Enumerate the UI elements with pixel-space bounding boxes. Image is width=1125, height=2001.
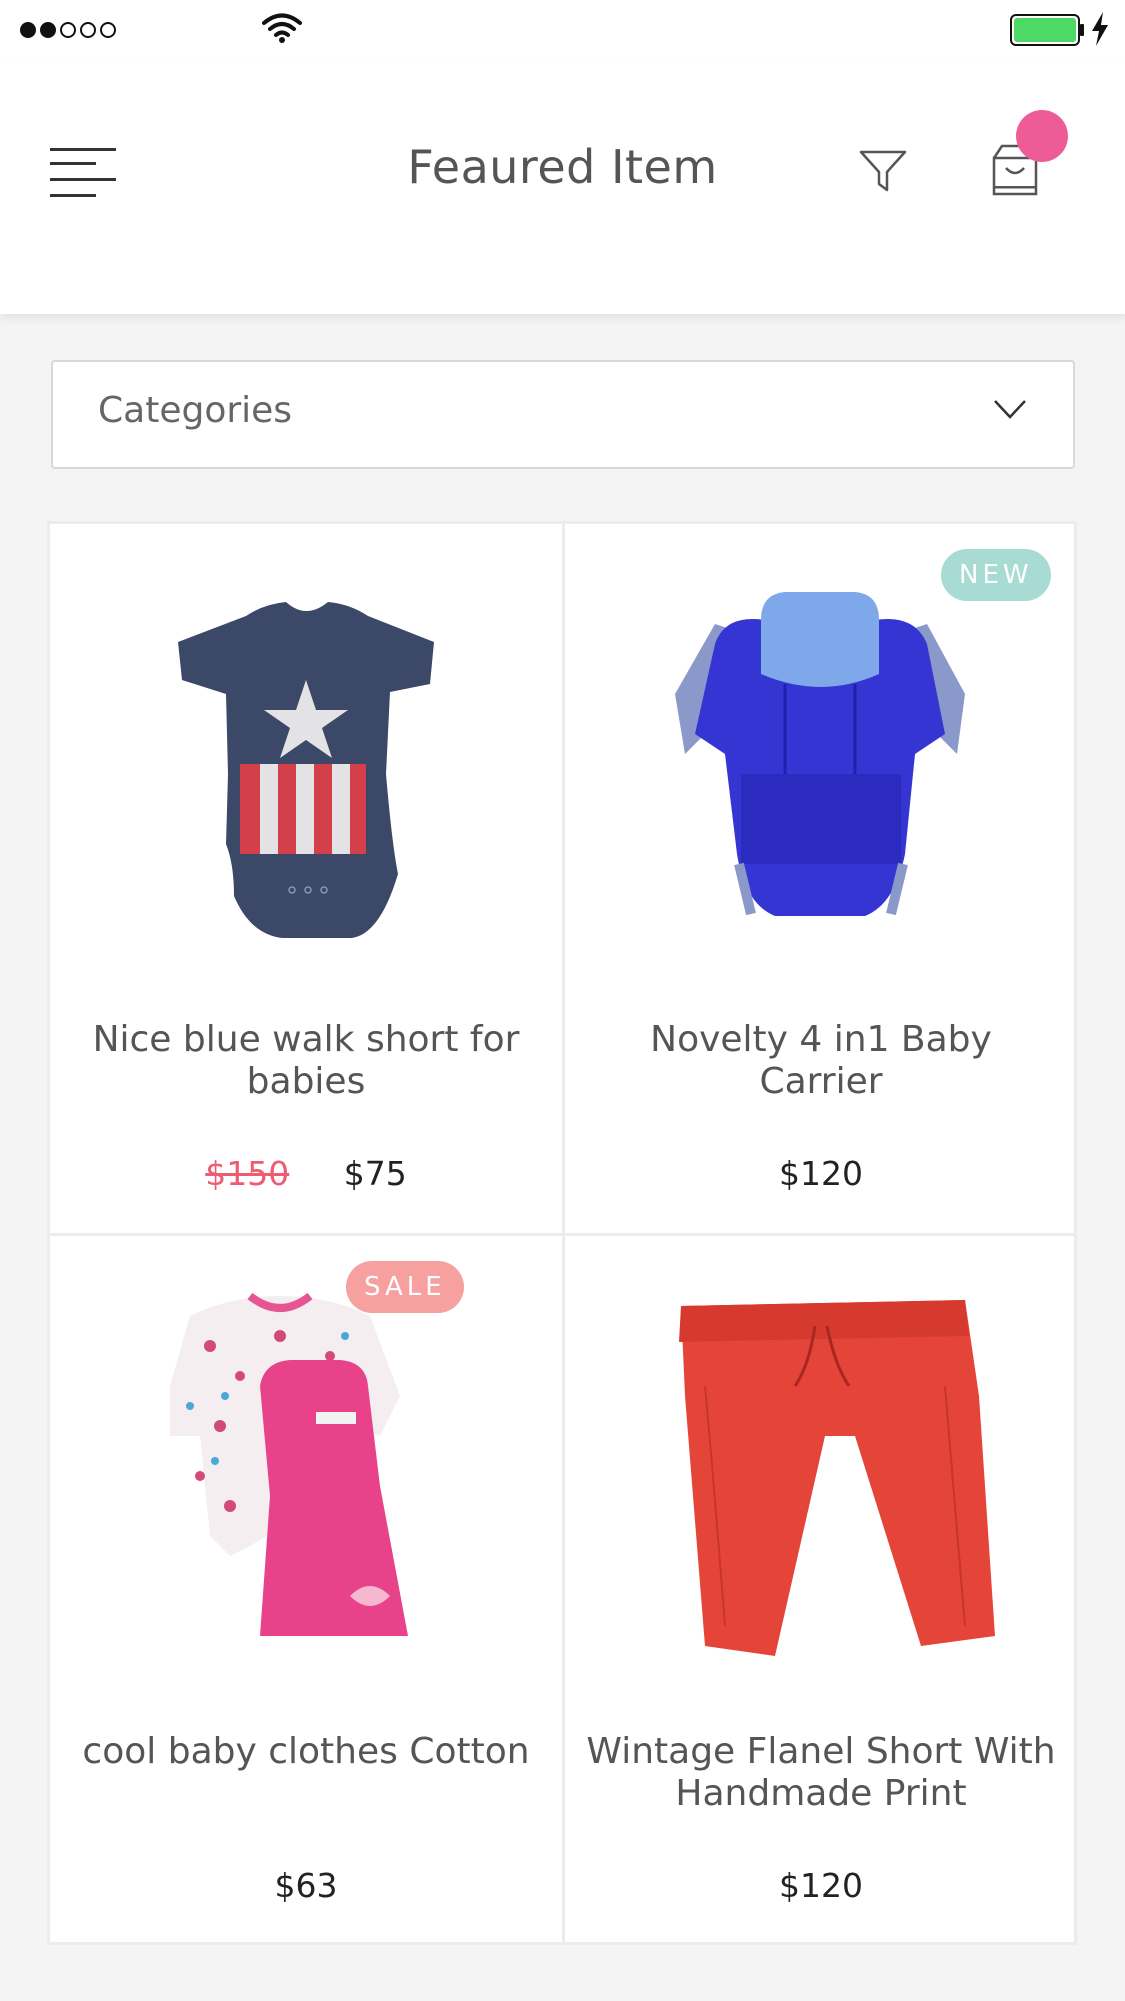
filter-button[interactable] — [858, 148, 908, 198]
charging-bolt-icon — [1092, 12, 1108, 46]
battery-icon — [1010, 14, 1084, 46]
price: $120 — [779, 1154, 863, 1193]
product-card[interactable]: NEW Novelty 4 in1 Baby Carrier $120 — [565, 524, 1077, 1233]
wifi-icon — [262, 13, 302, 43]
product-name: Novelty 4 in1 Baby Carrier — [650, 1019, 992, 1102]
product-price-row: $120 — [565, 1866, 1077, 1905]
sale-badge: SALE — [346, 1261, 464, 1313]
product-name: Wintage Flanel Short With Handmade Print — [586, 1731, 1056, 1814]
product-card[interactable]: SALE cool baby clothes Cotton $63 — [50, 1236, 562, 1945]
new-badge: NEW — [941, 549, 1051, 601]
sale-price: $75 — [343, 1154, 407, 1193]
product-price-row: $63 — [50, 1866, 562, 1905]
price: $120 — [779, 1866, 863, 1905]
red-pants-image — [565, 1236, 1077, 1696]
signal-strength-icon — [20, 22, 116, 38]
product-grid: Nice blue walk short for babies $150 $75… — [47, 521, 1077, 1945]
original-price: $150 — [205, 1154, 290, 1193]
product-price-row: $150 $75 — [50, 1154, 562, 1193]
page-title: Feaured Item — [407, 140, 718, 194]
product-name: Nice blue walk short for babies — [92, 1019, 520, 1102]
chevron-down-icon — [994, 400, 1026, 419]
status-bar — [0, 0, 1125, 60]
filter-icon — [859, 150, 907, 192]
baby-bodysuit-image — [50, 524, 562, 984]
categories-dropdown[interactable]: Categories — [51, 360, 1075, 469]
baby-dress-set-image — [50, 1236, 562, 1696]
price: $63 — [274, 1866, 338, 1905]
product-card[interactable]: Nice blue walk short for babies $150 $75 — [50, 524, 562, 1233]
categories-label: Categories — [98, 390, 293, 431]
product-price-row: $120 — [565, 1154, 1077, 1193]
cart-count-badge — [1016, 110, 1068, 162]
app-header: Feaured Item — [0, 60, 1125, 314]
product-name: cool baby clothes Cotton — [82, 1731, 530, 1772]
product-card[interactable]: Wintage Flanel Short With Handmade Print… — [565, 1236, 1077, 1945]
